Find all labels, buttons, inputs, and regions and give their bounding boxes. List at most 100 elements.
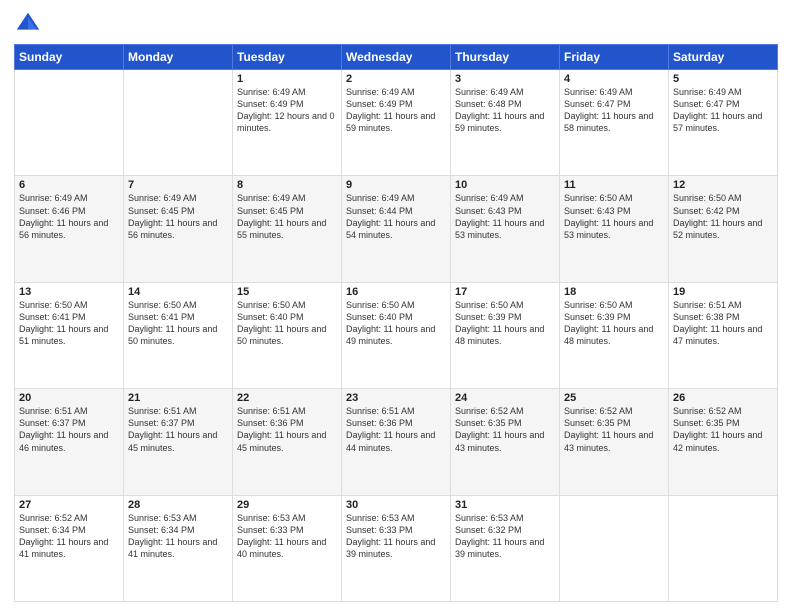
weekday-header-row: SundayMondayTuesdayWednesdayThursdayFrid… (15, 45, 778, 70)
day-cell: 30Sunrise: 6:53 AM Sunset: 6:33 PM Dayli… (342, 495, 451, 601)
day-detail: Sunrise: 6:53 AM Sunset: 6:33 PM Dayligh… (346, 512, 446, 561)
day-cell: 21Sunrise: 6:51 AM Sunset: 6:37 PM Dayli… (124, 389, 233, 495)
day-number: 17 (455, 286, 555, 298)
day-cell: 22Sunrise: 6:51 AM Sunset: 6:36 PM Dayli… (233, 389, 342, 495)
day-cell: 25Sunrise: 6:52 AM Sunset: 6:35 PM Dayli… (560, 389, 669, 495)
day-number: 11 (564, 179, 664, 191)
day-cell: 17Sunrise: 6:50 AM Sunset: 6:39 PM Dayli… (451, 282, 560, 388)
day-number: 31 (455, 499, 555, 511)
day-number: 26 (673, 392, 773, 404)
day-detail: Sunrise: 6:51 AM Sunset: 6:37 PM Dayligh… (128, 405, 228, 454)
day-number: 5 (673, 73, 773, 85)
day-cell: 1Sunrise: 6:49 AM Sunset: 6:49 PM Daylig… (233, 70, 342, 176)
week-row-1: 1 Sunrise: 6:49 AM Sunset: 6:49 PM Daylig… (15, 70, 778, 176)
day-number: 12 (673, 179, 773, 191)
day-cell: 6Sunrise: 6:49 AM Sunset: 6:46 PM Daylig… (15, 176, 124, 282)
day-cell: 7Sunrise: 6:49 AM Sunset: 6:45 PM Daylig… (124, 176, 233, 282)
day-cell: 29Sunrise: 6:53 AM Sunset: 6:33 PM Dayli… (233, 495, 342, 601)
day-detail: Sunrise: 6:49 AM Sunset: 6:47 PM Dayligh… (673, 86, 773, 135)
day-cell: 24Sunrise: 6:52 AM Sunset: 6:35 PM Dayli… (451, 389, 560, 495)
day-detail: Sunrise: 6:52 AM Sunset: 6:35 PM Dayligh… (673, 405, 773, 454)
day-cell: 11Sunrise: 6:50 AM Sunset: 6:43 PM Dayli… (560, 176, 669, 282)
day-detail: Sunrise: 6:49 AM Sunset: 6:49 PM Dayligh… (346, 86, 446, 135)
day-cell: 4Sunrise: 6:49 AM Sunset: 6:47 PM Daylig… (560, 70, 669, 176)
day-number: 27 (19, 499, 119, 511)
day-detail: Sunrise: 6:50 AM Sunset: 6:41 PM Dayligh… (19, 299, 119, 348)
day-detail: Sunrise: 6:49 AM Sunset: 6:44 PM Dayligh… (346, 192, 446, 241)
day-cell (15, 70, 124, 176)
day-cell: 9Sunrise: 6:49 AM Sunset: 6:44 PM Daylig… (342, 176, 451, 282)
day-detail: Sunrise: 6:53 AM Sunset: 6:33 PM Dayligh… (237, 512, 337, 561)
logo-icon (14, 10, 42, 38)
week-row-5: 27Sunrise: 6:52 AM Sunset: 6:34 PM Dayli… (15, 495, 778, 601)
day-number: 9 (346, 179, 446, 191)
day-number: 20 (19, 392, 119, 404)
day-detail: Sunrise: 6:51 AM Sunset: 6:37 PM Dayligh… (19, 405, 119, 454)
day-cell: 16Sunrise: 6:50 AM Sunset: 6:40 PM Dayli… (342, 282, 451, 388)
day-cell: 10Sunrise: 6:49 AM Sunset: 6:43 PM Dayli… (451, 176, 560, 282)
day-detail: Sunrise: 6:49 AM Sunset: 6:48 PM Dayligh… (455, 86, 555, 135)
calendar-table: SundayMondayTuesdayWednesdayThursdayFrid… (14, 44, 778, 602)
day-number: 24 (455, 392, 555, 404)
day-number: 29 (237, 499, 337, 511)
weekday-header-friday: Friday (560, 45, 669, 70)
weekday-header-tuesday: Tuesday (233, 45, 342, 70)
day-cell: 12Sunrise: 6:50 AM Sunset: 6:42 PM Dayli… (669, 176, 778, 282)
day-cell: 19Sunrise: 6:51 AM Sunset: 6:38 PM Dayli… (669, 282, 778, 388)
weekday-header-sunday: Sunday (15, 45, 124, 70)
day-cell (560, 495, 669, 601)
day-number: 10 (455, 179, 555, 191)
day-cell (124, 70, 233, 176)
day-detail: Sunrise: 6:53 AM Sunset: 6:34 PM Dayligh… (128, 512, 228, 561)
weekday-header-thursday: Thursday (451, 45, 560, 70)
day-number: 21 (128, 392, 228, 404)
day-cell: 26Sunrise: 6:52 AM Sunset: 6:35 PM Dayli… (669, 389, 778, 495)
day-detail: Sunrise: 6:52 AM Sunset: 6:35 PM Dayligh… (455, 405, 555, 454)
day-number: 4 (564, 73, 664, 85)
day-detail: Sunrise: 6:50 AM Sunset: 6:43 PM Dayligh… (564, 192, 664, 241)
day-number: 6 (19, 179, 119, 191)
weekday-header-monday: Monday (124, 45, 233, 70)
day-number: 13 (19, 286, 119, 298)
weekday-header-wednesday: Wednesday (342, 45, 451, 70)
page: SundayMondayTuesdayWednesdayThursdayFrid… (0, 0, 792, 612)
day-number: 3 (455, 73, 555, 85)
day-detail: Sunrise: 6:50 AM Sunset: 6:42 PM Dayligh… (673, 192, 773, 241)
day-number: 2 (346, 73, 446, 85)
day-number: 25 (564, 392, 664, 404)
week-row-2: 6Sunrise: 6:49 AM Sunset: 6:46 PM Daylig… (15, 176, 778, 282)
week-row-3: 13Sunrise: 6:50 AM Sunset: 6:41 PM Dayli… (15, 282, 778, 388)
day-number: 23 (346, 392, 446, 404)
day-cell: 13Sunrise: 6:50 AM Sunset: 6:41 PM Dayli… (15, 282, 124, 388)
week-row-4: 20Sunrise: 6:51 AM Sunset: 6:37 PM Dayli… (15, 389, 778, 495)
day-detail: Sunrise: 6:51 AM Sunset: 6:36 PM Dayligh… (346, 405, 446, 454)
day-detail: Sunrise: 6:50 AM Sunset: 6:40 PM Dayligh… (346, 299, 446, 348)
day-detail: Sunrise: 6:51 AM Sunset: 6:36 PM Dayligh… (237, 405, 337, 454)
day-detail: Sunrise: 6:51 AM Sunset: 6:38 PM Dayligh… (673, 299, 773, 348)
day-detail: Sunrise: 6:50 AM Sunset: 6:40 PM Dayligh… (237, 299, 337, 348)
day-cell: 20Sunrise: 6:51 AM Sunset: 6:37 PM Dayli… (15, 389, 124, 495)
day-detail: Sunrise: 6:49 AM Sunset: 6:45 PM Dayligh… (237, 192, 337, 241)
day-number: 16 (346, 286, 446, 298)
day-number: 30 (346, 499, 446, 511)
day-cell (669, 495, 778, 601)
day-number: 19 (673, 286, 773, 298)
header (14, 10, 778, 38)
day-cell: 27Sunrise: 6:52 AM Sunset: 6:34 PM Dayli… (15, 495, 124, 601)
day-cell: 18Sunrise: 6:50 AM Sunset: 6:39 PM Dayli… (560, 282, 669, 388)
day-cell: 28Sunrise: 6:53 AM Sunset: 6:34 PM Dayli… (124, 495, 233, 601)
day-cell: 8Sunrise: 6:49 AM Sunset: 6:45 PM Daylig… (233, 176, 342, 282)
day-detail: Sunrise: 6:50 AM Sunset: 6:39 PM Dayligh… (455, 299, 555, 348)
day-cell: 5Sunrise: 6:49 AM Sunset: 6:47 PM Daylig… (669, 70, 778, 176)
day-number: 8 (237, 179, 337, 191)
day-number: 1 (237, 73, 337, 85)
day-detail: Sunrise: 6:49 AM Sunset: 6:47 PM Dayligh… (564, 86, 664, 135)
day-detail: Sunrise: 6:49 AM Sunset: 6:43 PM Dayligh… (455, 192, 555, 241)
logo (14, 10, 44, 38)
day-number: 18 (564, 286, 664, 298)
day-cell: 15Sunrise: 6:50 AM Sunset: 6:40 PM Dayli… (233, 282, 342, 388)
day-number: 14 (128, 286, 228, 298)
day-detail: Sunrise: 6:53 AM Sunset: 6:32 PM Dayligh… (455, 512, 555, 561)
day-cell: 14Sunrise: 6:50 AM Sunset: 6:41 PM Dayli… (124, 282, 233, 388)
day-number: 22 (237, 392, 337, 404)
